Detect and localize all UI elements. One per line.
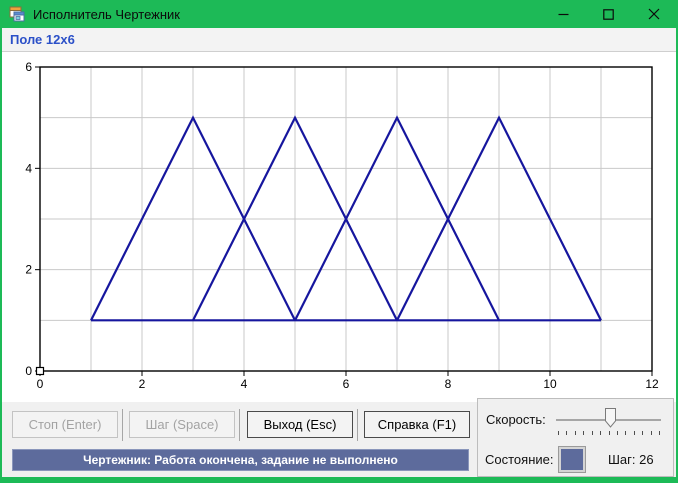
help-button[interactable]: Справка (F1) <box>364 411 470 438</box>
slider-tick <box>616 431 618 435</box>
maximize-button[interactable] <box>586 0 631 28</box>
button-separator <box>239 409 240 441</box>
speed-state-groupbox: Скорость: Состояние: Шаг: 26 <box>477 398 674 477</box>
exit-button[interactable]: Выход (Esc) <box>247 411 353 438</box>
slider-tick <box>558 431 559 435</box>
y-tick-label: 4 <box>25 161 32 175</box>
state-color-swatch <box>558 446 586 473</box>
status-message: Чертежник: Работа окончена, задание не в… <box>83 453 398 467</box>
pen-marker <box>35 366 45 376</box>
window-bottom-border <box>2 477 676 483</box>
app-form-icon <box>9 6 25 22</box>
drawing-field: 0 2 4 6 8 10 12 0 2 4 6 <box>2 52 676 402</box>
maximize-icon <box>603 8 614 20</box>
slider-ticks <box>556 431 661 436</box>
x-tick-label: 8 <box>445 377 452 391</box>
button-separator <box>122 409 123 441</box>
slider-tick <box>583 431 585 435</box>
slider-tick <box>659 431 660 435</box>
slider-tick <box>591 431 593 435</box>
button-separator <box>357 409 358 441</box>
state-label: Состояние: <box>485 452 554 467</box>
slider-tick <box>633 431 635 435</box>
x-tick-label: 6 <box>343 377 350 391</box>
app-window: Исполнитель Чертежник Поле 12x6 0 2 4 6 8 10 1… <box>0 0 678 483</box>
step-button[interactable]: Шаг (Space) <box>129 411 235 438</box>
minimize-button[interactable] <box>541 0 586 28</box>
x-tick-label: 4 <box>241 377 248 391</box>
slider-tick <box>650 431 652 435</box>
field-strip: Поле 12x6 <box>2 28 676 52</box>
drawing-canvas: 0 2 4 6 8 10 12 0 2 4 6 <box>25 60 659 391</box>
stop-button[interactable]: Стоп (Enter) <box>12 411 118 438</box>
step-counter: Шаг: 26 <box>608 452 654 467</box>
title-bar: Исполнитель Чертежник <box>2 0 676 28</box>
y-tick-label: 2 <box>25 263 32 277</box>
speed-slider[interactable] <box>556 405 661 437</box>
x-tick-label: 10 <box>543 377 557 391</box>
slider-tick <box>566 431 568 435</box>
field-size-label: Поле 12x6 <box>10 32 75 47</box>
close-icon <box>648 8 659 20</box>
slider-tick <box>600 431 602 435</box>
x-tick-label: 12 <box>645 377 659 391</box>
window-title: Исполнитель Чертежник <box>33 6 180 22</box>
y-tick-label: 0 <box>25 364 32 378</box>
minimize-icon <box>558 13 569 15</box>
close-button[interactable] <box>631 0 676 28</box>
status-bar: Чертежник: Работа окончена, задание не в… <box>12 449 469 471</box>
y-tick-label: 6 <box>25 60 32 74</box>
slider-tick <box>574 431 576 435</box>
x-tick-label: 0 <box>37 377 44 391</box>
slider-tick <box>642 431 644 435</box>
slider-tick <box>608 431 610 435</box>
x-tick-label: 2 <box>139 377 146 391</box>
slider-tick <box>625 431 627 435</box>
control-panel: Стоп (Enter) Шаг (Space) Выход (Esc) Спр… <box>2 398 676 477</box>
slider-thumb[interactable] <box>605 408 617 428</box>
caption-buttons <box>541 0 676 28</box>
speed-label: Скорость: <box>486 412 546 427</box>
